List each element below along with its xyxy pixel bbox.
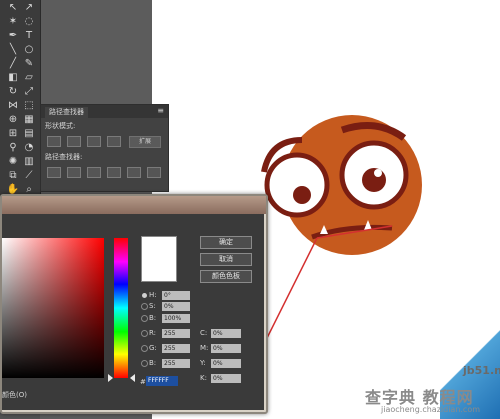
tab-pathfinder[interactable]: 路径查找器 — [45, 107, 88, 118]
red-radio[interactable] — [141, 330, 148, 337]
hue-label: H: — [149, 291, 157, 299]
blue-radio[interactable] — [141, 360, 148, 367]
panel-menu-icon[interactable]: ≡ — [157, 106, 164, 115]
paintbrush-tool-icon[interactable]: ╱ — [6, 58, 20, 70]
rotate-tool-icon[interactable]: ↻ — [6, 86, 20, 98]
crop-button[interactable] — [107, 167, 121, 178]
expand-button[interactable]: 扩展 — [129, 136, 161, 148]
magenta-label: M: — [200, 344, 209, 352]
color-picker-dialog: 确定 取消 颜色色板 H: 0° S: 0% B: 100% R: 255 G:… — [0, 194, 268, 414]
green-radio[interactable] — [141, 345, 148, 352]
free-transform-tool-icon[interactable]: ⬚ — [22, 100, 36, 112]
color-swatches-button[interactable]: 颜色色板 — [200, 270, 252, 283]
pathfinders-label: 路径查找器: — [45, 153, 83, 161]
hue-input[interactable]: 0° — [162, 291, 190, 300]
right-pupil — [362, 168, 386, 192]
cyan-input[interactable]: 0% — [211, 329, 241, 338]
outline-button[interactable] — [127, 167, 141, 178]
saturation-brightness-field[interactable] — [2, 238, 104, 378]
hue-slider[interactable] — [114, 238, 128, 378]
yellow-input[interactable]: 0% — [211, 359, 241, 368]
hue-slider-right-arrow[interactable] — [130, 374, 135, 382]
watermark-site: jb51.net — [463, 364, 500, 377]
type-tool-icon[interactable]: T — [22, 30, 36, 42]
dialog-body: 确定 取消 颜色色板 H: 0° S: 0% B: 100% R: 255 G:… — [2, 214, 264, 410]
dialog-title-bar[interactable] — [2, 196, 266, 214]
green-input[interactable]: 255 — [162, 344, 190, 353]
shape-builder-tool-icon[interactable]: ⊕ — [6, 114, 20, 126]
brightness-radio[interactable] — [141, 315, 148, 322]
perspective-grid-tool-icon[interactable]: ▦ — [22, 114, 36, 126]
divide-button[interactable] — [47, 167, 61, 178]
magic-wand-tool-icon[interactable]: ✶ — [6, 16, 20, 28]
hue-radio[interactable] — [142, 293, 147, 298]
minus-back-button[interactable] — [147, 167, 161, 178]
blue-input[interactable]: 255 — [162, 359, 190, 368]
black-label: K: — [200, 374, 207, 382]
left-eye — [264, 152, 330, 218]
merge-button[interactable] — [87, 167, 101, 178]
saturation-label: S: — [149, 302, 156, 310]
saturation-radio[interactable] — [141, 303, 148, 310]
slice-tool-icon[interactable]: ⟋ — [22, 170, 36, 182]
unite-button[interactable] — [47, 136, 61, 147]
pen-tool-icon[interactable]: ✒ — [6, 30, 20, 42]
hex-label: # — [140, 378, 146, 386]
saturation-input[interactable]: 0% — [162, 302, 190, 311]
yellow-label: Y: — [200, 359, 206, 367]
blend-tool-icon[interactable]: ◔ — [22, 142, 36, 154]
pathfinder-tab-bar: 路径查找器 ≡ — [41, 105, 168, 118]
artboard-tool-icon[interactable]: ⧉ — [6, 170, 20, 182]
column-graph-tool-icon[interactable]: ▥ — [22, 156, 36, 168]
annotation-line-diagonal — [265, 237, 318, 341]
symbol-sprayer-tool-icon[interactable]: ✺ — [6, 156, 20, 168]
ok-button[interactable]: 确定 — [200, 236, 252, 249]
brightness-input[interactable]: 100% — [162, 314, 190, 323]
cancel-button[interactable]: 取消 — [200, 253, 252, 266]
left-pupil — [293, 186, 311, 204]
new-color-swatch — [141, 236, 177, 282]
red-input[interactable]: 255 — [162, 329, 190, 338]
gradient-tool-icon[interactable]: ▤ — [22, 128, 36, 140]
eraser-tool-icon[interactable]: ▱ — [22, 72, 36, 84]
width-tool-icon[interactable]: ⋈ — [6, 100, 20, 112]
blue-label: B: — [149, 359, 157, 367]
black-input[interactable]: 0% — [211, 374, 241, 383]
watermark-url: jiaocheng.chazidian.com — [381, 405, 481, 414]
lasso-tool-icon[interactable]: ◌ — [22, 16, 36, 28]
scale-tool-icon[interactable]: ⤢ — [22, 86, 36, 98]
brightness-label: B: — [149, 314, 157, 322]
trim-button[interactable] — [67, 167, 81, 178]
ellipse-tool-icon[interactable]: ○ — [22, 44, 36, 56]
cyan-label: C: — [200, 329, 208, 337]
selection-tool-icon[interactable]: ↖ — [6, 2, 20, 14]
pencil-tool-icon[interactable]: ✎ — [22, 58, 36, 70]
tools-panel: ↖ ↗ ✶ ◌ ✒ T ╲ ○ ╱ ✎ ◧ ▱ ↻ ⤢ ⋈ ⬚ ⊕ ▦ ⊞ ▤ … — [0, 0, 41, 200]
shape-modes-label: 形状模式: — [45, 122, 76, 130]
green-label: G: — [149, 344, 157, 352]
mesh-tool-icon[interactable]: ⊞ — [6, 128, 20, 140]
hex-input[interactable]: FFFFFF — [146, 376, 178, 386]
only-web-colors-label[interactable]: 颜色(O) — [2, 390, 27, 400]
hue-slider-left-arrow[interactable] — [108, 374, 113, 382]
eyedropper-tool-icon[interactable]: ⚲ — [6, 142, 20, 154]
minus-front-button[interactable] — [67, 136, 81, 147]
exclude-button[interactable] — [107, 136, 121, 147]
right-eye-highlight — [374, 169, 382, 177]
pathfinder-panel: 路径查找器 ≡ 形状模式: 扩展 路径查找器: — [40, 104, 169, 192]
intersect-button[interactable] — [87, 136, 101, 147]
direct-selection-tool-icon[interactable]: ↗ — [22, 2, 36, 14]
line-tool-icon[interactable]: ╲ — [6, 44, 20, 56]
red-label: R: — [149, 329, 157, 337]
blob-brush-tool-icon[interactable]: ◧ — [6, 72, 20, 84]
magenta-input[interactable]: 0% — [211, 344, 241, 353]
